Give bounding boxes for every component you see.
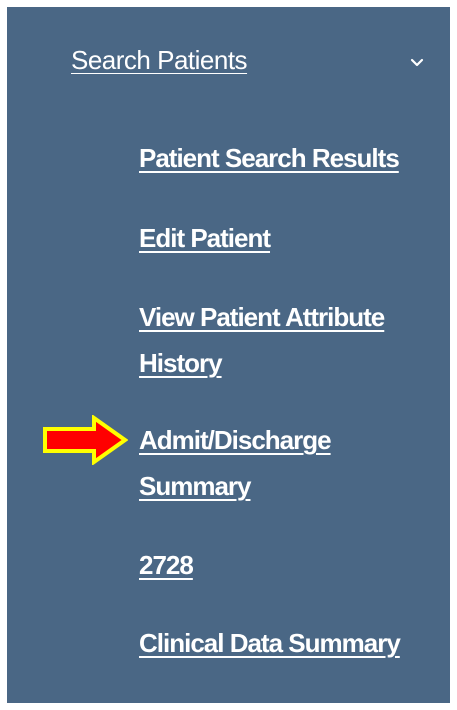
side-nav-panel: Search Patients Patient Search Results E…: [7, 7, 450, 703]
arrow-right-icon: [42, 414, 129, 466]
link-2728[interactable]: 2728: [139, 542, 439, 588]
patient-search-results-link[interactable]: Patient Search Results: [139, 135, 439, 181]
search-patients-link[interactable]: Search Patients: [71, 45, 248, 76]
chevron-down-icon[interactable]: [407, 52, 427, 72]
view-patient-attribute-history-link[interactable]: View Patient Attribute History: [139, 294, 439, 386]
admit-discharge-summary-link[interactable]: Admit/Discharge Summary: [139, 417, 439, 509]
clinical-data-summary-link[interactable]: Clinical Data Summary: [139, 620, 439, 666]
edit-patient-link[interactable]: Edit Patient: [139, 215, 439, 261]
